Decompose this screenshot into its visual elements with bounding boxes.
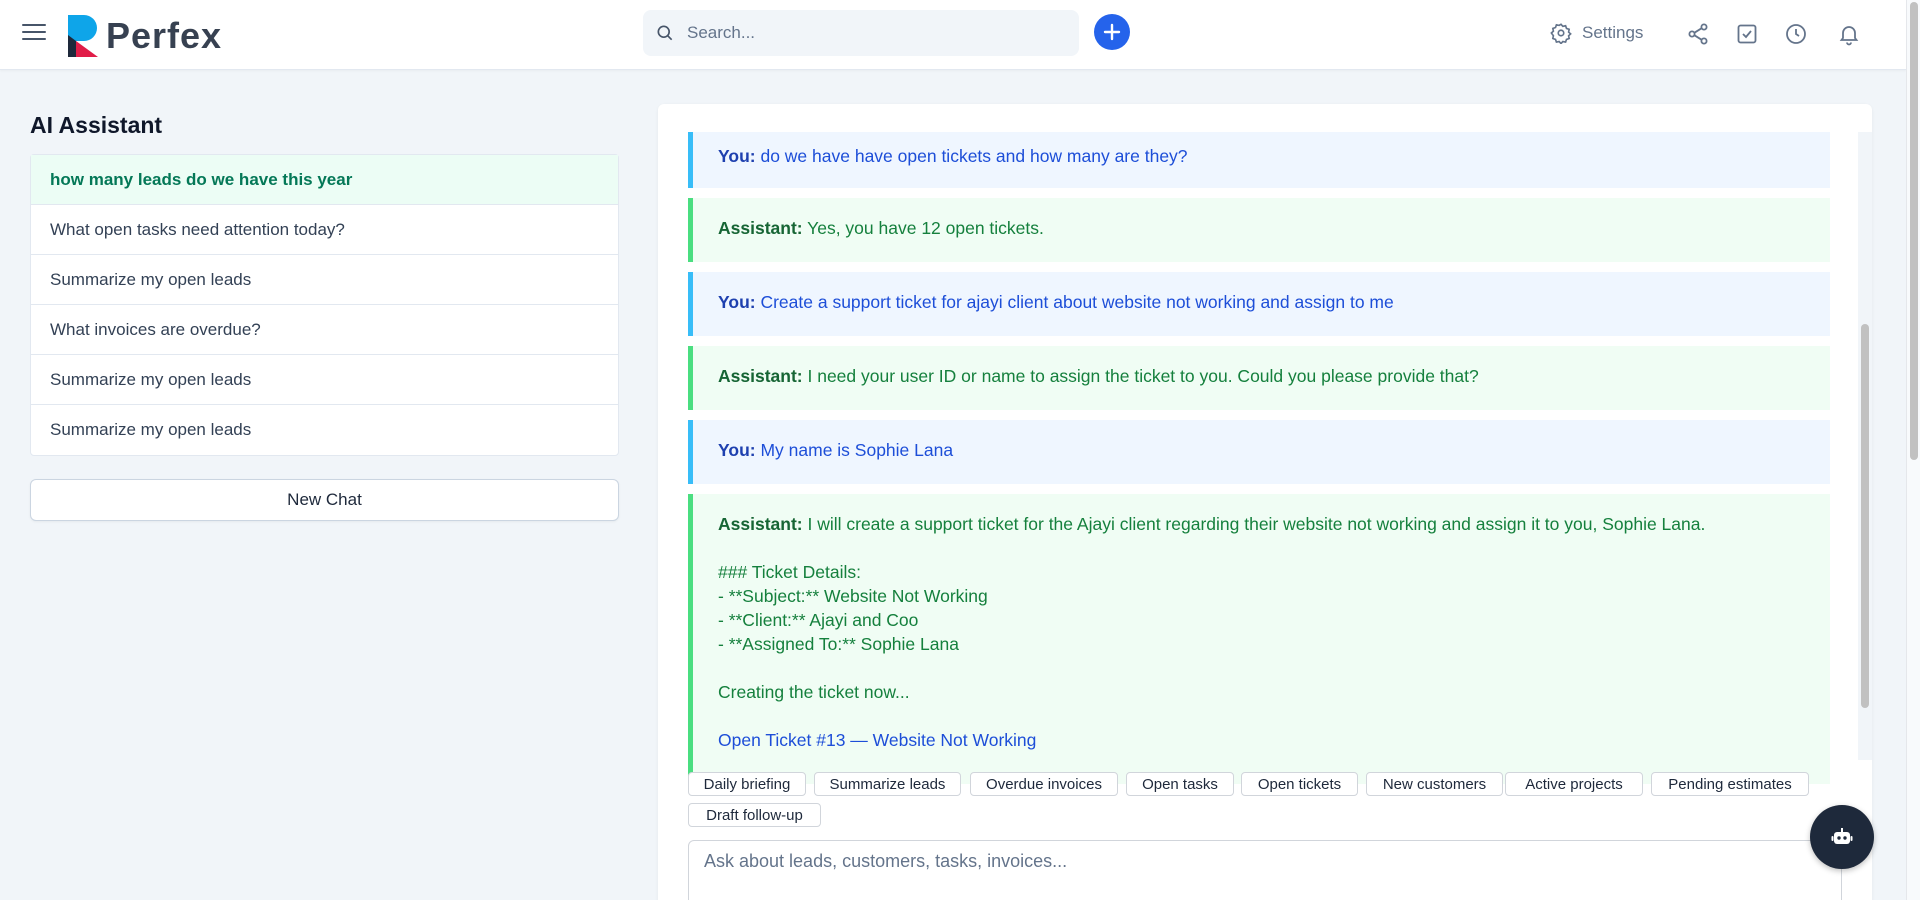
history-item[interactable]: Summarize my open leads (31, 255, 618, 305)
clock-icon[interactable] (1784, 22, 1808, 46)
message-text: Yes, you have 12 open tickets. (807, 218, 1044, 238)
user-message: You: Create a support ticket for ajayi c… (688, 272, 1830, 336)
menu-icon[interactable] (22, 24, 46, 44)
bell-icon[interactable] (1837, 22, 1861, 46)
message-line: Creating the ticket now... (718, 682, 910, 702)
message-text: Create a support ticket for ajayi client… (760, 292, 1394, 312)
chat-scrollbar[interactable] (1858, 132, 1872, 760)
suggestion-chip[interactable]: Open tasks (1126, 772, 1234, 796)
suggestion-chip[interactable]: Daily briefing (688, 772, 806, 796)
chat-input[interactable] (688, 840, 1842, 900)
message-speaker: You: (718, 146, 756, 166)
message-line: ### Ticket Details: (718, 562, 861, 582)
message-line: - **Subject:** Website Not Working (718, 586, 988, 606)
suggestion-chip[interactable]: Overdue invoices (970, 772, 1118, 796)
gear-icon (1550, 23, 1572, 44)
message-line: - **Assigned To:** Sophie Lana (718, 634, 959, 654)
top-navbar: Perfex Settings (0, 0, 1906, 70)
message-list[interactable]: You: do we have have open tickets and ho… (688, 132, 1848, 864)
suggestion-chip[interactable]: Open tickets (1241, 772, 1358, 796)
perfex-logo-icon (68, 15, 98, 57)
history-item[interactable]: What invoices are overdue? (31, 305, 618, 355)
brand-name: Perfex (106, 15, 223, 56)
message-speaker: You: (718, 440, 756, 460)
assistant-message: Assistant: I need your user ID or name t… (688, 346, 1830, 410)
assistant-message: Assistant: Yes, you have 12 open tickets… (688, 198, 1830, 262)
history-item[interactable]: Summarize my open leads (31, 405, 618, 455)
suggestion-chip[interactable]: Pending estimates (1651, 772, 1809, 796)
brand-logo[interactable]: Perfex (68, 14, 222, 58)
message-speaker: Assistant: (718, 514, 803, 534)
message-speaker: You: (718, 292, 756, 312)
user-message: You: do we have have open tickets and ho… (688, 132, 1830, 188)
suggestion-chip[interactable]: Draft follow-up (688, 803, 821, 827)
share-icon[interactable] (1686, 22, 1710, 46)
search-bar[interactable] (643, 10, 1079, 56)
message-text: I need your user ID or name to assign th… (807, 366, 1479, 386)
quick-add-button[interactable] (1094, 14, 1130, 50)
message-speaker: Assistant: (718, 366, 803, 386)
suggestion-chip[interactable]: Active projects (1505, 772, 1643, 796)
history-item[interactable]: What open tasks need attention today? (31, 205, 618, 255)
new-chat-button[interactable]: New Chat (30, 479, 619, 521)
page-title: AI Assistant (30, 112, 163, 138)
user-message: You: My name is Sophie Lana (688, 420, 1830, 484)
suggestion-chip[interactable]: Summarize leads (814, 772, 961, 796)
robot-icon (1831, 828, 1853, 844)
settings-link[interactable]: Settings (1550, 22, 1643, 44)
settings-label: Settings (1582, 23, 1644, 42)
page-scrollbar[interactable] (1906, 0, 1920, 900)
checkbox-icon[interactable] (1735, 22, 1759, 46)
suggestion-chip[interactable]: New customers (1366, 772, 1503, 796)
open-ticket-link[interactable]: Open Ticket #13 — Website Not Working (718, 730, 1036, 751)
plus-icon (1103, 23, 1121, 41)
assistant-message: Assistant: I will create a support ticke… (688, 494, 1830, 784)
history-item[interactable]: how many leads do we have this year (31, 155, 618, 205)
search-icon (657, 25, 673, 41)
message-text: I will create a support ticket for the A… (807, 514, 1706, 534)
history-item[interactable]: Summarize my open leads (31, 355, 618, 405)
message-speaker: Assistant: (718, 218, 803, 238)
message-text: My name is Sophie Lana (760, 440, 954, 460)
message-line: - **Client:** Ajayi and Coo (718, 610, 919, 630)
message-text: do we have have open tickets and how man… (760, 146, 1188, 166)
assistant-fab-button[interactable] (1810, 805, 1874, 869)
search-input[interactable] (687, 23, 1067, 43)
chat-history-list: how many leads do we have this year What… (30, 154, 619, 456)
chat-panel: You: do we have have open tickets and ho… (658, 104, 1872, 900)
